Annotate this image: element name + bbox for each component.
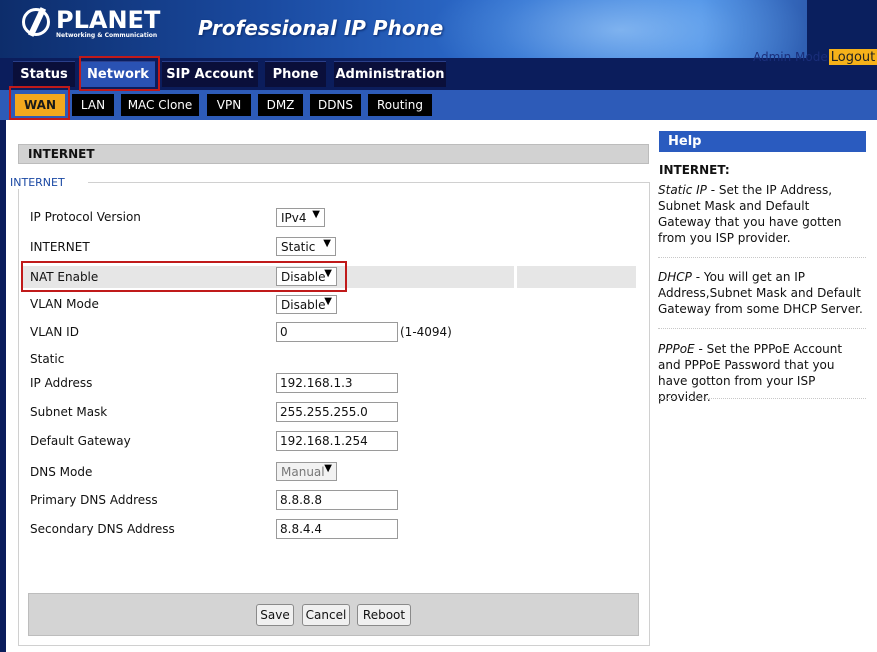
ip-address-input[interactable]: 192.168.1.3 <box>276 373 398 393</box>
dns-mode-select[interactable]: Manual ▼ <box>276 462 337 481</box>
vlan-mode-value: Disable <box>281 297 326 312</box>
tab-sip-account[interactable]: SIP Account <box>162 61 258 87</box>
default-gateway-input[interactable]: 192.168.1.254 <box>276 431 398 451</box>
tab-network[interactable]: Network <box>81 61 155 87</box>
reboot-button[interactable]: Reboot <box>357 604 411 626</box>
product-title: Professional IP Phone <box>198 16 444 40</box>
nat-enable-label: NAT Enable <box>30 270 99 284</box>
main-navigation: Status Network SIP Account Phone Adminis… <box>0 58 877 90</box>
tab-administration[interactable]: Administration <box>334 61 446 87</box>
nat-row-separator <box>514 266 517 288</box>
save-button[interactable]: Save <box>256 604 294 626</box>
vlan-mode-label: VLAN Mode <box>30 297 99 311</box>
chevron-down-icon: ▼ <box>324 296 332 307</box>
subtab-lan[interactable]: LAN <box>72 94 114 116</box>
admin-mode-label: Admin Mode <box>753 50 828 64</box>
subtab-ddns[interactable]: DDNS <box>310 94 361 116</box>
help-pppoe-term: PPPoE <box>658 342 695 356</box>
left-edge-strip <box>0 120 6 652</box>
help-title: INTERNET: <box>659 163 730 177</box>
vlan-id-label: VLAN ID <box>30 325 79 339</box>
default-gateway-label: Default Gateway <box>30 434 131 448</box>
fieldset-top-border <box>88 182 650 183</box>
help-static-ip: Static IP - Set the IP Address, Subnet M… <box>658 182 864 246</box>
nat-enable-select[interactable]: Disable ▼ <box>276 267 337 286</box>
chevron-down-icon: ▼ <box>324 463 332 474</box>
brand-logo-text: PLANET <box>56 6 161 34</box>
ip-protocol-label: IP Protocol Version <box>30 210 141 224</box>
help-divider <box>658 328 866 329</box>
nat-enable-value: Disable <box>281 269 326 284</box>
help-pppoe: PPPoE - Set the PPPoE Account and PPPoE … <box>658 341 864 405</box>
subnet-mask-input[interactable]: 255.255.255.0 <box>276 402 398 422</box>
logout-button[interactable]: Logout <box>829 49 877 65</box>
subtab-mac-clone[interactable]: MAC Clone <box>121 94 199 116</box>
planet-logo-icon <box>22 8 50 36</box>
ip-protocol-select[interactable]: IPv4 ▼ <box>276 208 325 227</box>
dns-mode-label: DNS Mode <box>30 465 93 479</box>
vlan-mode-select[interactable]: Disable ▼ <box>276 295 337 314</box>
help-panel-header: Help <box>659 131 866 152</box>
primary-dns-input[interactable]: 8.8.8.8 <box>276 490 398 510</box>
fieldset-legend: INTERNET <box>10 176 71 189</box>
chevron-down-icon: ▼ <box>323 238 331 249</box>
help-static-term: Static IP <box>658 183 707 197</box>
secondary-dns-label: Secondary DNS Address <box>30 522 175 536</box>
cancel-button[interactable]: Cancel <box>302 604 350 626</box>
subnet-mask-label: Subnet Mask <box>30 405 108 419</box>
help-dhcp: DHCP - You will get an IP Address,Subnet… <box>658 269 864 317</box>
internet-type-label: INTERNET <box>30 240 90 254</box>
help-divider <box>658 398 866 399</box>
brand-logo-subtitle: Networking & Communication <box>56 32 158 39</box>
chevron-down-icon: ▼ <box>312 209 320 220</box>
internet-type-value: Static <box>281 239 316 254</box>
vlan-id-input[interactable]: 0 <box>276 322 398 342</box>
subtab-wan[interactable]: WAN <box>15 94 65 116</box>
header-banner: PLANET Networking & Communication Profes… <box>0 0 877 58</box>
subtab-dmz[interactable]: DMZ <box>258 94 303 116</box>
sub-navigation: WAN LAN MAC Clone VPN DMZ DDNS Routing <box>0 90 877 120</box>
tab-phone[interactable]: Phone <box>265 61 326 87</box>
subtab-vpn[interactable]: VPN <box>207 94 251 116</box>
vlan-id-range-hint: (1-4094) <box>400 325 452 339</box>
primary-dns-label: Primary DNS Address <box>30 493 158 507</box>
subtab-routing[interactable]: Routing <box>368 94 432 116</box>
ip-protocol-value: IPv4 <box>281 210 307 225</box>
help-divider <box>658 257 866 258</box>
secondary-dns-input[interactable]: 8.8.4.4 <box>276 519 398 539</box>
chevron-down-icon: ▼ <box>324 268 332 279</box>
internet-type-select[interactable]: Static ▼ <box>276 237 336 256</box>
static-section-label: Static <box>30 352 65 366</box>
help-dhcp-term: DHCP <box>658 270 692 284</box>
tab-status[interactable]: Status <box>13 61 75 87</box>
section-title-bar: INTERNET <box>18 144 649 164</box>
ip-address-label: IP Address <box>30 376 93 390</box>
dns-mode-value: Manual <box>281 464 325 479</box>
